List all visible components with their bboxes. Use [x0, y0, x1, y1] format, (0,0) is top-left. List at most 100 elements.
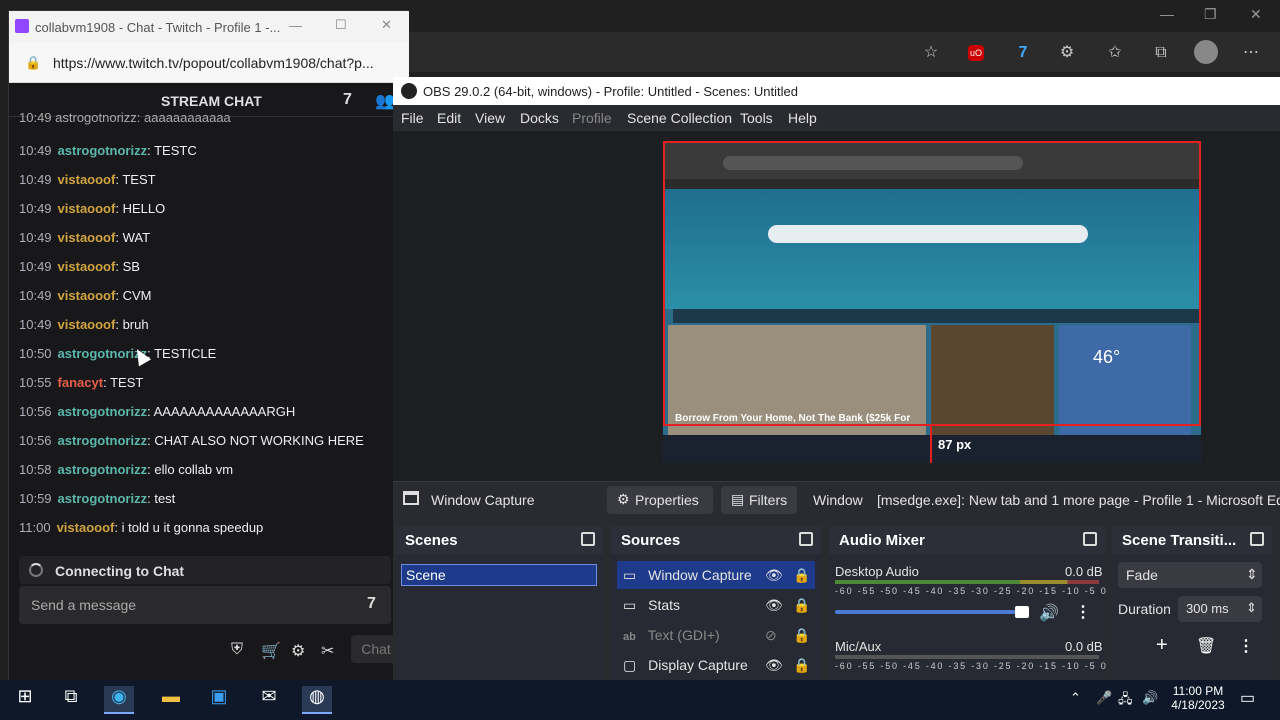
cart-icon[interactable]: 🛒: [261, 641, 281, 661]
start-icon[interactable]: ⊞: [10, 686, 40, 714]
chat-username[interactable]: vistaooof: [58, 201, 116, 216]
menu-view[interactable]: View: [475, 110, 505, 126]
7tv-emote-icon[interactable]: 7: [367, 595, 376, 613]
store-icon[interactable]: ▣: [204, 686, 234, 714]
7tv-icon[interactable]: 7: [343, 91, 352, 109]
chat-username[interactable]: vistaooof: [58, 172, 116, 187]
chat-message: 10:49 vistaooof: SB: [19, 252, 399, 281]
lock-icon[interactable]: 🔒: [793, 591, 810, 619]
speaker-icon[interactable]: 🔊: [1039, 603, 1059, 623]
minimize-icon[interactable]: —: [289, 18, 302, 33]
task-view-icon[interactable]: ⧉: [56, 686, 86, 714]
chat-text: AAAAAAAAAAAAARGH: [153, 404, 296, 419]
7tv-icon[interactable]: 7: [1012, 42, 1034, 64]
mod-tools-icon[interactable]: ✂: [321, 641, 334, 661]
chat-username[interactable]: astrogotnorizz: [58, 404, 148, 419]
properties-button[interactable]: ⚙ Properties: [607, 486, 713, 514]
more-icon[interactable]: ⋯: [1240, 42, 1262, 64]
lock-icon[interactable]: 🔒: [793, 651, 810, 679]
transition-select[interactable]: Fade ⇕: [1118, 562, 1262, 588]
scene-item[interactable]: Scene: [401, 564, 597, 586]
eye-icon[interactable]: 👁: [765, 651, 783, 679]
network-icon[interactable]: 🖧: [1118, 690, 1133, 712]
chat-username[interactable]: astrogotnorizz: [58, 433, 148, 448]
chat-username[interactable]: astrogotnorizz: [58, 491, 148, 506]
file-explorer-icon[interactable]: ▬: [156, 686, 186, 714]
chat-username[interactable]: fanacyt: [58, 375, 104, 390]
trash-icon[interactable]: 🗑: [1196, 636, 1216, 656]
menu-edit[interactable]: Edit: [437, 110, 461, 126]
connecting-banner: Connecting to Chat: [19, 556, 391, 584]
source-label: Display Capture: [648, 657, 748, 673]
lock-icon[interactable]: 🔒: [793, 621, 810, 649]
undock-icon[interactable]: [1083, 532, 1097, 546]
chat-input[interactable]: Send a message 7: [19, 586, 391, 624]
menu-file[interactable]: File: [401, 110, 424, 126]
eye-icon[interactable]: 👁: [765, 591, 783, 619]
chat-username[interactable]: vistaooof: [58, 288, 116, 303]
twitch-url[interactable]: https://www.twitch.tv/popout/collabvm190…: [53, 55, 374, 71]
menu-docks[interactable]: Docks: [520, 110, 559, 126]
favorites-icon[interactable]: ✩: [1104, 42, 1126, 64]
ublock-icon[interactable]: uO: [968, 45, 984, 61]
chevron-up-icon[interactable]: ⌃: [1070, 690, 1081, 706]
chat-username[interactable]: vistaooof: [58, 230, 116, 245]
edge-taskbar-icon[interactable]: ◉: [104, 686, 134, 714]
profile-icon[interactable]: [1194, 40, 1218, 64]
source-item[interactable]: ▭ Stats 👁 🔒: [617, 591, 817, 619]
undock-icon[interactable]: [799, 532, 813, 546]
close-icon[interactable]: ✕: [381, 17, 392, 33]
microphone-icon[interactable]: 🎤: [1096, 690, 1112, 706]
more-vertical-icon[interactable]: ⋮: [1075, 602, 1091, 622]
chat-text: TESTICLE: [154, 346, 217, 361]
eye-hidden-icon[interactable]: ⊘: [765, 621, 777, 649]
chat-username[interactable]: vistaooof: [58, 317, 116, 332]
menu-tools[interactable]: Tools: [740, 110, 773, 126]
edge-close-button[interactable]: ✕: [1250, 6, 1262, 23]
collections-icon[interactable]: ⧉: [1150, 42, 1172, 64]
edge-minimize-button[interactable]: —: [1160, 6, 1174, 22]
undock-icon[interactable]: [1250, 532, 1264, 546]
star-plus-icon[interactable]: ☆: [920, 42, 942, 64]
chat-text: ello collab vm: [154, 462, 234, 477]
shield-icon[interactable]: ⛨: [231, 641, 243, 659]
add-icon[interactable]: +: [1156, 634, 1168, 657]
chat-username[interactable]: vistaooof: [58, 259, 116, 274]
preview-capture[interactable]: Borrow From Your Home, Not The Bank ($25…: [663, 141, 1201, 463]
source-item[interactable]: ▢ Display Capture 👁 🔒: [617, 651, 817, 679]
eye-icon[interactable]: 👁: [765, 561, 783, 589]
chat-username[interactable]: astrogotnorizz: [58, 462, 148, 477]
chat-message: 11:00 vistaooof: i told u it gonna speedu…: [19, 513, 399, 542]
users-icon[interactable]: 👥: [375, 91, 395, 111]
volume-icon[interactable]: 🔊: [1142, 690, 1158, 706]
chevron-updown-icon: ⇕: [1246, 566, 1258, 582]
lock-icon[interactable]: 🔒: [793, 561, 810, 589]
filters-button[interactable]: ▤ Filters: [721, 486, 797, 514]
extensions-icon[interactable]: ⚙: [1056, 42, 1078, 64]
volume-slider-handle[interactable]: [1015, 606, 1029, 618]
source-label: Window Capture: [648, 567, 752, 583]
clock[interactable]: 11:00 PM 4/18/2023: [1168, 684, 1228, 712]
chat-username[interactable]: astrogotnorizz: [58, 143, 148, 158]
settings-icon[interactable]: ⚙: [291, 641, 305, 661]
obs-taskbar-icon[interactable]: ◍: [302, 686, 332, 714]
mail-icon[interactable]: ✉: [254, 686, 284, 714]
volume-slider[interactable]: [835, 610, 1023, 614]
menu-help[interactable]: Help: [788, 110, 817, 126]
maximize-icon[interactable]: ☐: [335, 17, 347, 33]
source-item[interactable]: ▭ Window Capture 👁 🔒: [617, 561, 815, 589]
source-item[interactable]: ab Text (GDI+) ⊘ 🔒: [617, 621, 817, 649]
window-select[interactable]: [msedge.exe]: New tab and 1 more page - …: [877, 492, 1280, 508]
duration-input[interactable]: 300 ms ⇕: [1178, 596, 1262, 622]
more-vertical-icon[interactable]: ⋮: [1238, 636, 1254, 656]
undock-icon[interactable]: [581, 532, 595, 546]
notifications-icon[interactable]: ▭: [1240, 688, 1255, 708]
menu-profile[interactable]: Profile: [572, 110, 612, 126]
spinner-arrows-icon[interactable]: ⇕: [1246, 600, 1257, 616]
chat-text: i told u it gonna speedup: [121, 520, 264, 535]
twitch-address-bar[interactable]: 🔒 https://www.twitch.tv/popout/collabvm1…: [9, 43, 409, 83]
edge-maximize-button[interactable]: ❐: [1204, 6, 1217, 23]
chat-username[interactable]: vistaooof: [57, 520, 115, 535]
menu-scene-collection[interactable]: Scene Collection: [627, 110, 732, 126]
obs-preview[interactable]: Borrow From Your Home, Not The Bank ($25…: [393, 131, 1280, 481]
